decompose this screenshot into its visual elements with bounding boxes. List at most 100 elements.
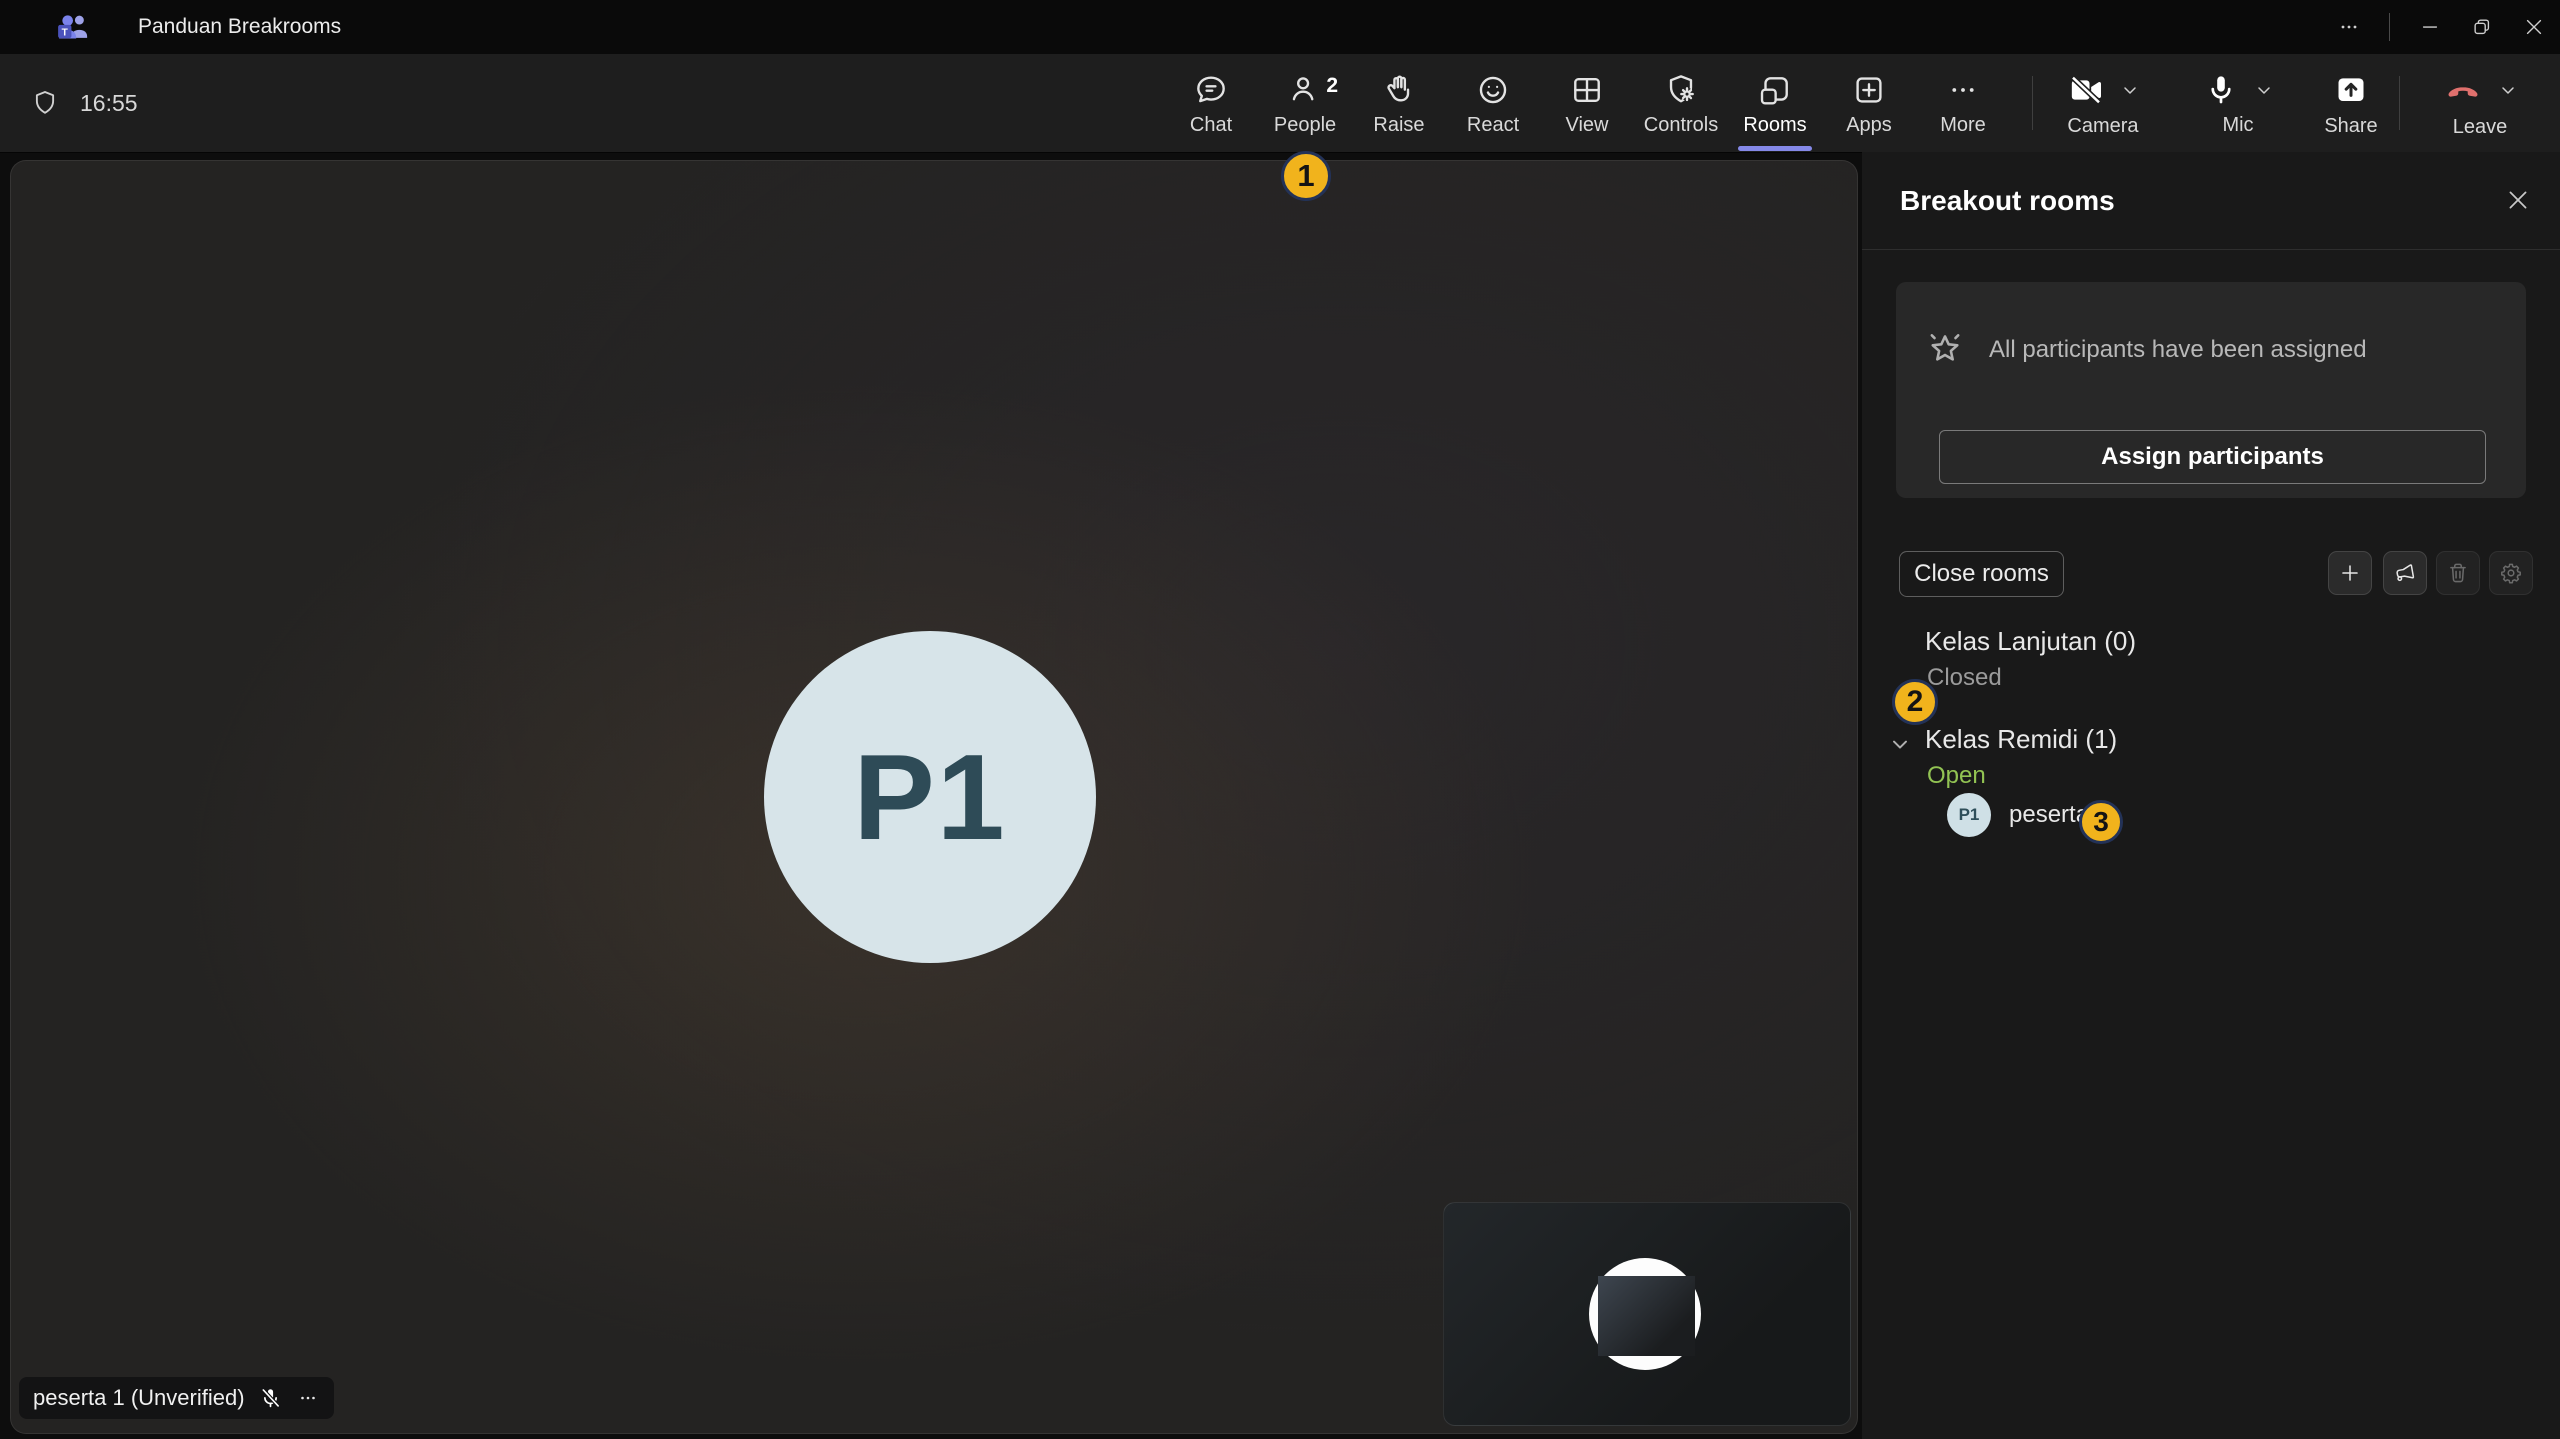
raise-hand-button[interactable]: Raise [1352, 54, 1446, 152]
video-stage: P1 peserta 1 (Unverified) [10, 160, 1858, 1434]
view-label: View [1565, 114, 1609, 136]
self-view-tile[interactable] [1443, 1202, 1851, 1426]
assignment-status-row: All participants have been assigned [1896, 328, 2526, 372]
panel-title: Breakout rooms [1900, 184, 2115, 216]
share-icon [2331, 70, 2371, 110]
announcement-button[interactable] [2383, 551, 2427, 595]
participant-avatar-large: P1 [764, 631, 1096, 963]
close-button[interactable] [2508, 0, 2560, 54]
panel-header: Breakout rooms [1862, 152, 2560, 250]
titlebar-more-icon[interactable] [2323, 0, 2375, 54]
plus-icon [2337, 560, 2363, 586]
assign-participants-button[interactable]: Assign participants [1939, 430, 2486, 484]
titlebar-left: T Panduan Breakrooms [0, 10, 341, 44]
rooms-active-indicator [1738, 146, 1812, 151]
trash-icon [2445, 560, 2471, 586]
assign-participants-label: Assign participants [2101, 443, 2324, 470]
restore-button[interactable] [2456, 0, 2508, 54]
controls-shield-gear-icon [1662, 71, 1700, 109]
camera-label: Camera [2067, 115, 2139, 137]
participant-name-tag: peserta 1 (Unverified) [19, 1377, 334, 1419]
react-smiley-icon [1474, 71, 1512, 109]
camera-off-icon [2066, 70, 2106, 110]
camera-chevron-down-icon[interactable] [2120, 80, 2140, 100]
more-dots-icon [1944, 71, 1982, 109]
participant-avatar-small: P1 [1947, 793, 1991, 837]
leave-chevron-down-icon[interactable] [2498, 80, 2518, 100]
react-button[interactable]: React [1446, 54, 1540, 152]
mic-muted-icon [257, 1385, 284, 1412]
chat-icon [1192, 71, 1230, 109]
view-grid-icon [1568, 71, 1606, 109]
meeting-timer: 16:55 [80, 89, 138, 116]
chat-label: Chat [1189, 114, 1233, 136]
meeting-toolbar: 16:55 Chat 2 People Raise React View Con… [0, 54, 2560, 153]
window-title: Panduan Breakrooms [138, 15, 342, 38]
raise-hand-icon [1380, 71, 1418, 109]
mic-chevron-down-icon[interactable] [2254, 80, 2274, 100]
close-rooms-label: Close rooms [1914, 560, 2049, 587]
controls-label: Controls [1643, 114, 1719, 136]
annotation-marker-1: 1 [1281, 151, 1331, 201]
rooms-label: Rooms [1743, 114, 1807, 136]
rooms-button[interactable]: Rooms [1728, 54, 1822, 152]
mic-button[interactable]: Mic [2173, 54, 2303, 152]
star-sparkle-icon [1923, 328, 1967, 372]
apps-icon [1850, 71, 1888, 109]
breakout-rooms-panel: Breakout rooms All participants have bee… [1862, 152, 2560, 1439]
people-icon [1286, 71, 1324, 109]
apps-label: Apps [1846, 114, 1892, 136]
controls-button[interactable]: Controls [1634, 54, 1728, 152]
titlebar-controls [2323, 0, 2560, 54]
leave-label: Leave [2452, 116, 2508, 138]
chat-button[interactable]: Chat [1164, 54, 1258, 152]
teams-meeting-window: T Panduan Breakrooms 16:55 Chat 2 People… [0, 0, 2560, 1439]
room-name: Kelas Remidi (1) [1925, 724, 2118, 754]
participant-initials: P1 [853, 729, 1007, 865]
annotation-marker-2: 2 [1892, 679, 1938, 725]
add-room-button[interactable] [2328, 551, 2372, 595]
annotation-marker-3: 3 [2079, 800, 2123, 844]
room-expand-chevron-icon[interactable] [1888, 732, 1912, 756]
teams-logo-icon: T [56, 10, 90, 44]
panel-close-button[interactable] [2498, 180, 2538, 220]
toolbar-buttons: Chat 2 People Raise React View Controls … [1164, 54, 2010, 152]
raise-label: Raise [1373, 114, 1425, 136]
rooms-icon [1756, 71, 1794, 109]
room-status-closed: Closed [1927, 664, 2002, 691]
assignment-card: All participants have been assigned Assi… [1896, 282, 2526, 498]
room-name: Kelas Lanjutan (0) [1925, 626, 2137, 656]
people-label: People [1273, 114, 1337, 136]
name-tag-more-icon[interactable] [296, 1386, 320, 1410]
share-label: Share [2324, 115, 2378, 137]
apps-button[interactable]: Apps [1822, 54, 1916, 152]
camera-button[interactable]: Camera [2033, 54, 2173, 152]
titlebar: T Panduan Breakrooms [0, 0, 2560, 54]
participant-avatar-initials: P1 [1958, 805, 1980, 824]
people-count-badge: 2 [1326, 74, 1338, 97]
room-status-open: Open [1927, 762, 1986, 789]
participant-name-text: peserta 1 (Unverified) [33, 1385, 245, 1410]
leave-button[interactable]: Leave [2400, 54, 2560, 152]
close-rooms-button[interactable]: Close rooms [1899, 551, 2064, 597]
leave-phone-icon [2442, 69, 2484, 111]
mic-label: Mic [2222, 114, 2254, 136]
minimize-button[interactable] [2404, 0, 2456, 54]
more-button[interactable]: More [1916, 54, 2010, 152]
room-settings-button[interactable] [2489, 551, 2533, 595]
more-label: More [1940, 114, 1986, 136]
gear-icon [2498, 560, 2524, 586]
mic-icon [2202, 71, 2240, 109]
delete-room-button[interactable] [2436, 551, 2480, 595]
share-button[interactable]: Share [2303, 54, 2399, 152]
react-label: React [1466, 114, 1520, 136]
view-button[interactable]: View [1540, 54, 1634, 152]
toolbar-device-controls: Camera Mic Share Leave [2032, 54, 2560, 152]
close-icon [2505, 187, 2531, 213]
people-button[interactable]: 2 People [1258, 54, 1352, 152]
assignment-message: All participants have been assigned [1989, 336, 2367, 363]
titlebar-divider [2389, 13, 2390, 41]
toolbar-left: 16:55 [30, 54, 138, 152]
self-avatar-image [1598, 1276, 1695, 1356]
megaphone-icon [2392, 560, 2418, 586]
